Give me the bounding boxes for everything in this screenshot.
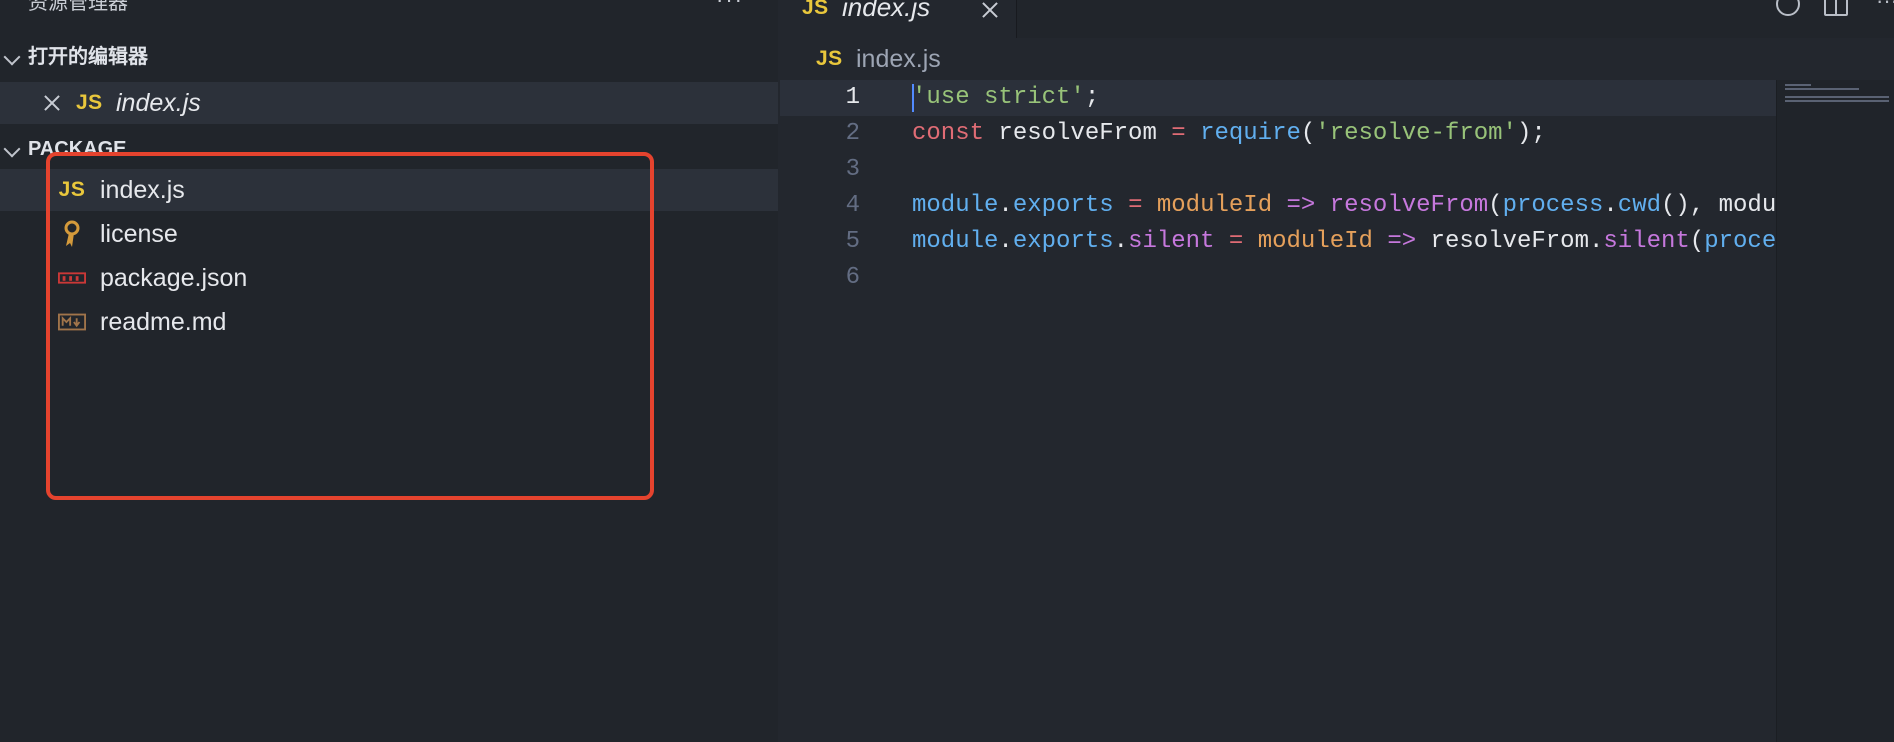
timeline-icon[interactable] xyxy=(1776,0,1800,16)
tab-label: index.js xyxy=(842,0,931,22)
package-title: PACKAGE xyxy=(28,138,127,160)
more-actions-icon[interactable]: ··· xyxy=(1876,0,1894,14)
code-line[interactable]: 3 xyxy=(780,152,1776,188)
chevron-down-icon xyxy=(3,140,21,158)
file-item-label: package.json xyxy=(100,264,248,292)
code-line[interactable]: 6 xyxy=(780,260,1776,296)
close-icon[interactable] xyxy=(42,93,62,113)
js-file-icon: JS xyxy=(76,91,103,114)
editor-area: JS index.js ··· JS index.js 1 'use strict… xyxy=(780,0,1894,742)
explorer-sidebar: 资源管理器 ··· 打开的编辑器 JS index.js PACKAGE JS … xyxy=(0,0,778,742)
explorer-title: 资源管理器 xyxy=(28,0,128,14)
code-line[interactable]: 1 'use strict'; xyxy=(780,80,1776,116)
breadcrumb-file-label: index.js xyxy=(856,45,941,73)
file-item-label: license xyxy=(100,220,178,248)
file-item-readme-md[interactable]: readme.md xyxy=(0,301,778,343)
text-cursor xyxy=(912,84,914,112)
js-file-icon: JS xyxy=(802,0,829,19)
line-number: 2 xyxy=(845,120,860,147)
code-editor[interactable]: 1 'use strict'; 2 const resolveFrom = requi… xyxy=(780,80,1776,742)
package-section-header[interactable]: PACKAGE xyxy=(0,132,778,166)
js-file-icon: JS xyxy=(58,178,86,201)
line-number: 5 xyxy=(845,228,860,255)
file-item-label: index.js xyxy=(100,176,185,204)
code-text: 'use strict'; xyxy=(912,84,1100,111)
license-key-icon xyxy=(58,213,86,255)
line-number: 6 xyxy=(845,264,860,291)
open-editor-item-label: index.js xyxy=(116,89,201,117)
open-editors-section-header[interactable]: 打开的编辑器 xyxy=(0,40,778,74)
code-text: module.exports = moduleId => resolveFrom… xyxy=(912,192,1776,219)
file-item-license[interactable]: license xyxy=(0,213,778,255)
minimap[interactable] xyxy=(1776,80,1894,742)
code-line[interactable]: 4 module.exports = moduleId => resolveFro… xyxy=(780,188,1776,224)
code-text: module.exports.silent = moduleId => reso… xyxy=(912,228,1776,255)
tab-index-js[interactable]: JS index.js xyxy=(780,0,1017,38)
open-editor-item-index-js[interactable]: JS index.js xyxy=(0,82,778,124)
chevron-down-icon xyxy=(3,48,21,66)
split-editor-icon[interactable] xyxy=(1824,0,1848,16)
js-file-icon: JS xyxy=(816,47,843,70)
more-actions-icon[interactable]: ··· xyxy=(716,0,744,11)
code-line[interactable]: 2 const resolveFrom = require('resolve-fr… xyxy=(780,116,1776,152)
close-icon[interactable] xyxy=(980,0,1000,20)
file-item-package-json[interactable]: package.json xyxy=(0,257,778,299)
open-editors-title: 打开的编辑器 xyxy=(28,46,148,68)
file-item-index-js[interactable]: JS index.js xyxy=(0,169,778,211)
npm-icon xyxy=(58,257,86,299)
line-number: 3 xyxy=(845,156,860,183)
markdown-icon xyxy=(58,301,86,343)
code-line[interactable]: 5 module.exports.silent = moduleId => res… xyxy=(780,224,1776,260)
file-item-label: readme.md xyxy=(100,308,227,336)
line-number: 1 xyxy=(845,84,860,111)
code-text: const resolveFrom = require('resolve-fro… xyxy=(912,120,1546,147)
line-number: 4 xyxy=(845,192,860,219)
tab-bar: JS index.js ··· xyxy=(780,0,1894,38)
